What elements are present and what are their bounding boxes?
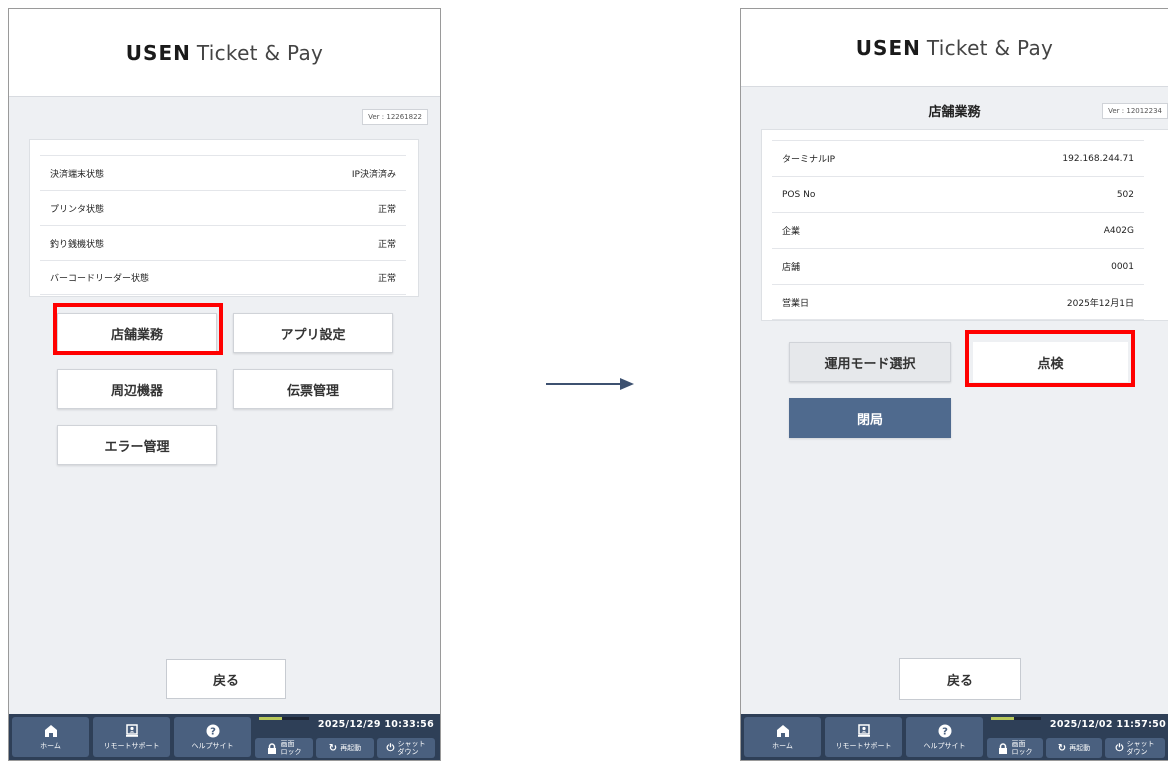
help-icon: ? — [206, 724, 219, 737]
clock: 2025/12/29 10:33:56 — [317, 719, 434, 730]
transition-arrow-icon — [546, 378, 634, 390]
error-management-button[interactable]: エラー管理 — [57, 425, 217, 465]
remote-support-icon — [125, 723, 138, 737]
back-button[interactable]: 戻る — [899, 658, 1021, 700]
operation-mode-select-button[interactable]: 運用モード選択 — [789, 342, 951, 382]
progress-indicator — [259, 717, 309, 720]
lock-icon — [267, 742, 276, 754]
version-badge: Ver : 12012234 — [1102, 103, 1168, 119]
store-operations-screen: USEN Ticket & Pay 店舗業務 Ver : 12012234 ターミ… — [740, 8, 1168, 761]
screen-lock-button[interactable]: 画面 ロック — [255, 738, 313, 758]
version-badge: Ver : 12261822 — [362, 109, 428, 125]
status-row: バーコードリーダー状態 正常 — [40, 260, 406, 295]
home-icon — [44, 724, 57, 737]
power-icon: ⏻ — [386, 742, 395, 754]
help-site-button[interactable]: ? ヘルプサイト — [174, 717, 251, 757]
close-store-button[interactable]: 閉局 — [789, 398, 951, 438]
taskbar: ホーム リモートサポート ? ヘルプサイト 2025/12/02 11:57:5… — [741, 714, 1168, 760]
home-button[interactable]: ホーム — [12, 717, 89, 757]
screen-lock-button[interactable]: 画面 ロック — [987, 738, 1043, 758]
info-row: 店舗 0001 — [772, 248, 1144, 284]
help-icon: ? — [938, 724, 951, 737]
store-operations-button[interactable]: 店舗業務 — [57, 313, 217, 353]
progress-indicator — [991, 717, 1041, 720]
svg-text:?: ? — [942, 726, 948, 737]
home-icon — [776, 724, 789, 737]
info-row: 営業日 2025年12月1日 — [772, 284, 1144, 320]
inspection-button[interactable]: 点検 — [973, 342, 1128, 382]
app-header: USEN Ticket & Pay — [9, 9, 440, 97]
remote-support-button[interactable]: リモートサポート — [825, 717, 902, 757]
restart-button[interactable]: ↻ 再起動 — [316, 738, 374, 758]
svg-text:?: ? — [210, 726, 216, 737]
app-header: USEN Ticket & Pay — [741, 9, 1168, 87]
lock-icon — [998, 742, 1007, 754]
home-screen: USEN Ticket & Pay Ver : 12261822 決済端末状態 I… — [8, 8, 441, 761]
back-button[interactable]: 戻る — [166, 659, 286, 699]
info-row: 企業 A402G — [772, 212, 1144, 248]
taskbar: ホーム リモートサポート ? ヘルプサイト 2025/12/29 10:33:5… — [9, 714, 440, 760]
remote-support-button[interactable]: リモートサポート — [93, 717, 170, 757]
restart-icon: ↻ — [328, 742, 338, 754]
status-row: 決済端末状態 IP決済済み — [40, 155, 406, 190]
home-button[interactable]: ホーム — [744, 717, 821, 757]
restart-button[interactable]: ↻ 再起動 — [1046, 738, 1102, 758]
status-row: プリンタ状態 正常 — [40, 190, 406, 225]
restart-icon: ↻ — [1057, 742, 1067, 754]
shutdown-button[interactable]: ⏻ シャット ダウン — [377, 738, 435, 758]
clock: 2025/12/02 11:57:50 — [1049, 719, 1166, 730]
device-status-card: 決済端末状態 IP決済済み プリンタ状態 正常 釣り銭機状態 正常 バーコードリ… — [29, 139, 419, 297]
brand-logo: USEN Ticket & Pay — [855, 35, 1054, 60]
peripherals-button[interactable]: 周辺機器 — [57, 369, 217, 409]
brand-logo: USEN Ticket & Pay — [125, 40, 324, 65]
shutdown-button[interactable]: ⏻ シャット ダウン — [1105, 738, 1165, 758]
store-info-card: ターミナルIP 192.168.244.71 POS No 502 企業 A40… — [761, 129, 1168, 321]
slip-management-button[interactable]: 伝票管理 — [233, 369, 393, 409]
remote-support-icon — [857, 723, 870, 737]
help-site-button[interactable]: ? ヘルプサイト — [906, 717, 983, 757]
power-icon: ⏻ — [1115, 742, 1124, 754]
info-row: ターミナルIP 192.168.244.71 — [772, 140, 1144, 176]
status-row: 釣り銭機状態 正常 — [40, 225, 406, 260]
info-row: POS No 502 — [772, 176, 1144, 212]
app-settings-button[interactable]: アプリ設定 — [233, 313, 393, 353]
